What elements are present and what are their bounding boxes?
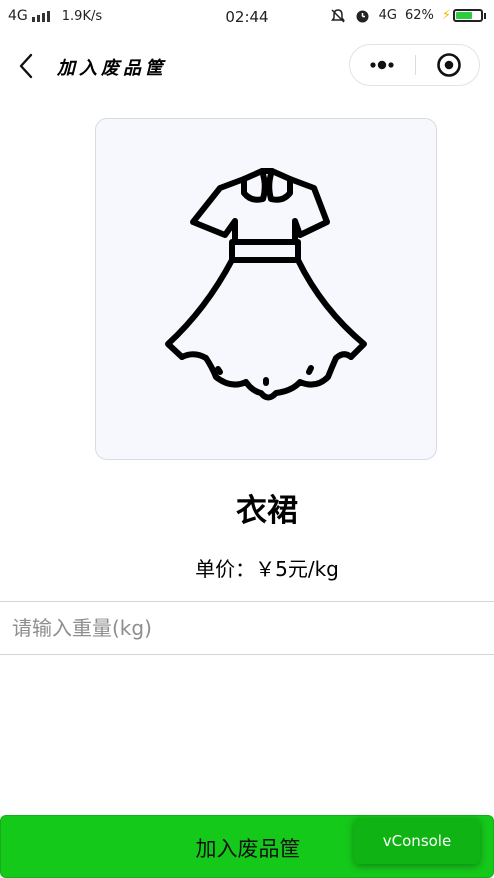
close-miniprogram-button[interactable] [416, 45, 480, 85]
battery-icon: ⚡ [442, 8, 486, 23]
status-bar: 4G 1.9K/s 02:44 4G 62% ⚡ [0, 0, 494, 34]
item-image-card [95, 118, 437, 460]
page-title: 加入废品筐 [57, 58, 167, 79]
back-button[interactable] [14, 50, 42, 82]
more-button[interactable] [350, 45, 415, 85]
item-name: 衣裙 [236, 493, 298, 529]
charging-icon: ⚡ [441, 8, 451, 23]
navigation-bar: 加入废品筐 [0, 34, 494, 98]
dress-icon [165, 168, 367, 401]
menu-capsule [349, 44, 480, 86]
more-dots-icon [370, 60, 394, 70]
weight-input[interactable] [0, 601, 494, 655]
mute-icon [330, 8, 345, 23]
network-type-right: 4G [378, 8, 397, 23]
unit-price: 单价：￥5元/kg [195, 557, 339, 581]
vconsole-button[interactable]: vConsole [354, 818, 480, 864]
status-right: 4G 62% ⚡ [330, 7, 486, 24]
target-close-icon [437, 53, 461, 77]
chevron-left-icon [19, 53, 33, 79]
battery-percent: 62% [404, 8, 434, 23]
alarm-icon [356, 10, 369, 23]
